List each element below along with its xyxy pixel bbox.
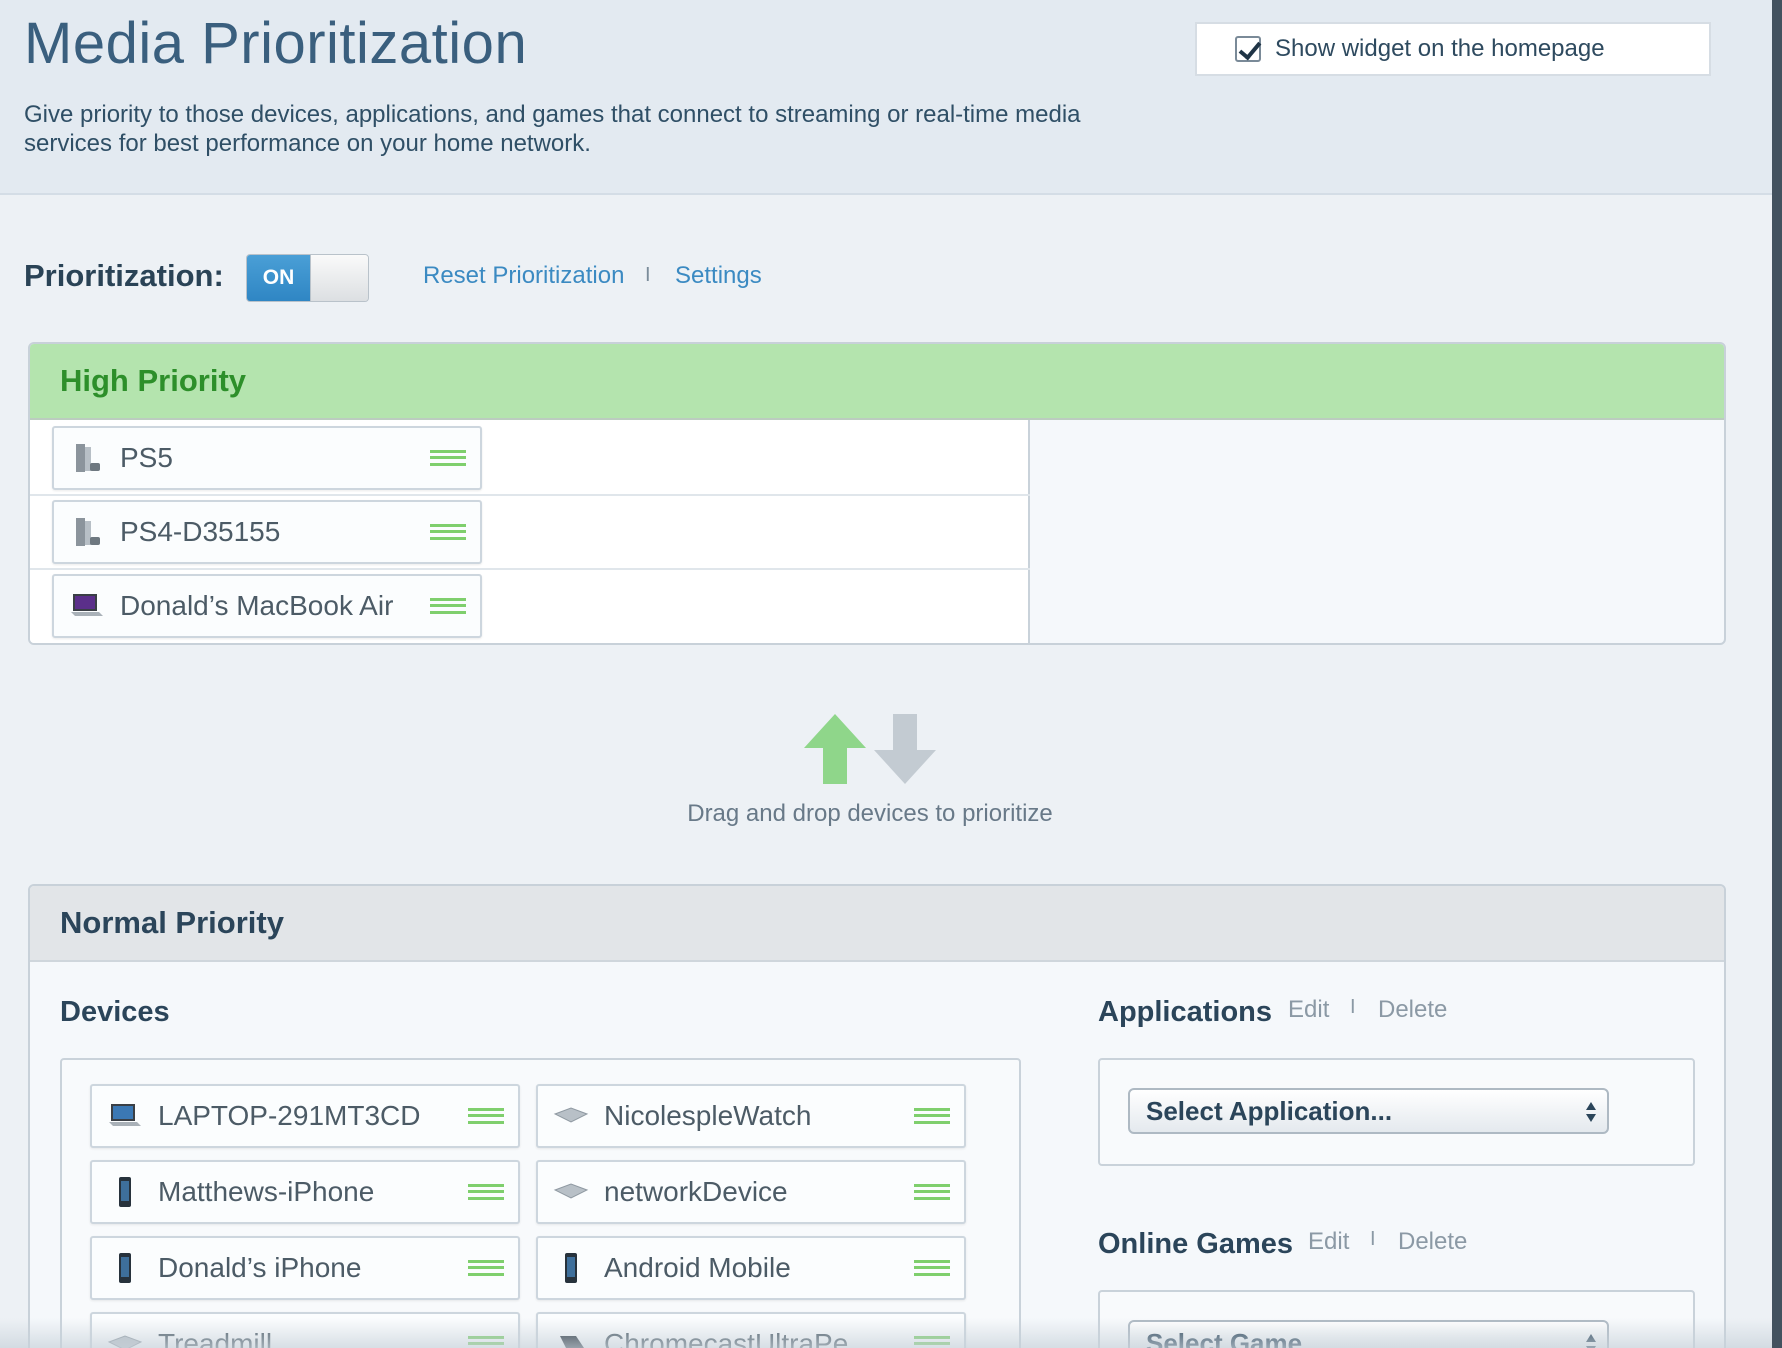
normal-device-card[interactable]: Treadmill xyxy=(90,1312,520,1348)
online-games-title: Online Games xyxy=(1098,1228,1294,1260)
drag-arrows-icon xyxy=(804,714,936,784)
device-name: PS5 xyxy=(120,442,173,473)
page-header: Media Prioritization Give priority to th… xyxy=(0,0,1772,195)
normal-device-card[interactable]: Matthews-iPhone xyxy=(90,1160,520,1224)
link-separator: I xyxy=(1370,1228,1376,1250)
drag-handle-icon[interactable] xyxy=(914,1184,950,1200)
page-subtitle: Give priority to those devices, applicat… xyxy=(24,101,1081,157)
link-separator: I xyxy=(1350,996,1356,1018)
page-title: Media Prioritization xyxy=(24,11,528,76)
reset-prioritization-link[interactable]: Reset Prioritization xyxy=(423,262,624,290)
drag-handle-icon[interactable] xyxy=(468,1108,504,1124)
normal-priority-panel: Normal Priority Devices LAPTOP-291MT3CD … xyxy=(28,884,1726,1348)
drag-handle-icon[interactable] xyxy=(430,524,466,540)
high-priority-title: High Priority xyxy=(60,363,247,398)
device-name: LAPTOP-291MT3CD xyxy=(158,1100,421,1131)
laptop-icon xyxy=(68,587,106,625)
settings-link[interactable]: Settings xyxy=(675,262,762,290)
show-widget-option[interactable]: Show widget on the homepage xyxy=(1195,22,1711,76)
select-application-value: Select Application... xyxy=(1146,1095,1393,1126)
applications-title: Applications xyxy=(1098,996,1273,1028)
laptop-icon xyxy=(106,1097,144,1135)
normal-device-card[interactable]: NicolespleWatch xyxy=(536,1084,966,1148)
show-widget-checkbox[interactable] xyxy=(1235,36,1261,62)
link-separator: I xyxy=(645,264,651,286)
row-divider xyxy=(30,494,1030,496)
media-device-icon xyxy=(552,1325,590,1348)
dropdown-arrows-icon xyxy=(1586,1102,1596,1122)
toggle-knob[interactable] xyxy=(310,255,368,301)
high-priority-header: High Priority xyxy=(30,344,1724,420)
prioritization-label: Prioritization: xyxy=(24,258,224,293)
applications-delete-link[interactable]: Delete xyxy=(1378,996,1447,1024)
device-name: Donald’s MacBook Air xyxy=(120,590,394,621)
drag-handle-icon[interactable] xyxy=(468,1184,504,1200)
normal-device-card[interactable]: LAPTOP-291MT3CD xyxy=(90,1084,520,1148)
drag-hint-text: Drag and drop devices to prioritize xyxy=(687,800,1053,827)
high-priority-device-card[interactable]: PS5 xyxy=(52,426,482,490)
toggle-on-label: ON xyxy=(247,255,310,301)
games-delete-link[interactable]: Delete xyxy=(1398,1228,1467,1256)
game-console-icon xyxy=(68,513,106,551)
phone-icon xyxy=(552,1249,590,1287)
normal-priority-header: Normal Priority xyxy=(30,886,1724,962)
game-console-icon xyxy=(68,439,106,477)
generic-device-icon xyxy=(106,1325,144,1348)
phone-icon xyxy=(106,1249,144,1287)
device-name: Android Mobile xyxy=(604,1252,791,1283)
drag-handle-icon[interactable] xyxy=(430,598,466,614)
drag-handle-icon[interactable] xyxy=(468,1260,504,1276)
normal-device-card[interactable]: networkDevice xyxy=(536,1160,966,1224)
device-name: Treadmill xyxy=(158,1328,273,1348)
devices-title: Devices xyxy=(60,996,170,1028)
drag-handle-icon[interactable] xyxy=(468,1336,504,1348)
normal-priority-title: Normal Priority xyxy=(60,905,284,940)
normal-devices-list[interactable]: LAPTOP-291MT3CD NicolespleWatch Matthews… xyxy=(60,1058,1021,1348)
row-divider xyxy=(30,568,1030,570)
device-name: NicolespleWatch xyxy=(604,1100,812,1131)
device-name: ChromecastUltraPe xyxy=(604,1328,849,1348)
drag-handle-icon[interactable] xyxy=(430,450,466,466)
device-name: networkDevice xyxy=(604,1176,788,1207)
phone-icon xyxy=(106,1173,144,1211)
generic-device-icon xyxy=(552,1097,590,1135)
device-name: PS4-D35155 xyxy=(120,516,281,547)
high-priority-dropzone[interactable]: PS5 PS4-D35155 Donald’s MacBook Air xyxy=(30,420,1030,643)
page: Media Prioritization Give priority to th… xyxy=(0,0,1772,1348)
dropdown-arrows-icon xyxy=(1586,1334,1596,1348)
generic-device-icon xyxy=(552,1173,590,1211)
drag-handle-icon[interactable] xyxy=(914,1260,950,1276)
applications-edit-link[interactable]: Edit xyxy=(1288,996,1329,1024)
device-name: Donald’s iPhone xyxy=(158,1252,362,1283)
normal-device-card[interactable]: Android Mobile xyxy=(536,1236,966,1300)
window-edge xyxy=(1772,0,1782,1348)
normal-device-card[interactable]: Donald’s iPhone xyxy=(90,1236,520,1300)
drag-handle-icon[interactable] xyxy=(914,1336,950,1348)
games-edit-link[interactable]: Edit xyxy=(1308,1228,1349,1256)
show-widget-label: Show widget on the homepage xyxy=(1275,35,1605,62)
drag-handle-icon[interactable] xyxy=(914,1108,950,1124)
select-application-dropdown[interactable]: Select Application... xyxy=(1128,1088,1609,1134)
normal-device-card[interactable]: ChromecastUltraPe xyxy=(536,1312,966,1348)
high-priority-device-card[interactable]: PS4-D35155 xyxy=(52,500,482,564)
prioritization-toggle[interactable]: ON xyxy=(246,254,369,302)
high-priority-panel: High Priority PS5 PS4-D35155 Donald’s Ma… xyxy=(28,342,1726,645)
high-priority-device-card[interactable]: Donald’s MacBook Air xyxy=(52,574,482,638)
online-games-box: Select Game... xyxy=(1098,1290,1695,1348)
device-name: Matthews-iPhone xyxy=(158,1176,375,1207)
select-game-value: Select Game... xyxy=(1146,1327,1324,1348)
applications-box: Select Application... xyxy=(1098,1058,1695,1166)
select-game-dropdown[interactable]: Select Game... xyxy=(1128,1320,1609,1348)
